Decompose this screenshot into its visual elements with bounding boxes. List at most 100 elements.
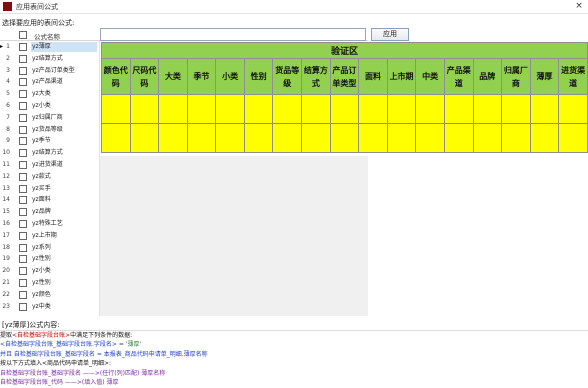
row-number: 23 [2,302,10,310]
validation-cell[interactable] [558,123,588,153]
validation-cell[interactable] [386,94,417,124]
row-checkbox[interactable] [19,255,27,264]
row-checkbox[interactable] [19,208,27,217]
validation-column-header: 大类 [158,58,188,95]
validation-cell[interactable] [301,94,331,124]
formula-row[interactable]: 23 yz中类 [0,301,100,313]
formula-row[interactable]: 11 yz进货渠道 [0,159,100,171]
validation-cell[interactable] [129,123,160,153]
formula-row[interactable]: 22 yz颜色 [0,289,100,301]
formula-row[interactable]: 8 yz货品等级 [0,124,100,136]
formula-name-column-header: 公式名称 [34,33,60,41]
validation-cell[interactable] [386,123,417,153]
formula-row[interactable]: 6 yz小类 [0,100,100,112]
row-checkbox[interactable] [19,113,27,122]
row-checkbox[interactable] [19,66,27,75]
formula-row[interactable]: 3 yz产品订单类型 [0,65,100,77]
formula-list[interactable]: ▸ 1 yz薄厚 2 yz结算方式 3 yz产品订单类型 4 yz产品渠道 5 yz大类 6 yz小类 7… [0,41,100,316]
formula-row[interactable]: 10 yz结算方式 [0,147,100,159]
row-checkbox[interactable] [19,279,27,287]
row-checkbox[interactable] [19,184,27,193]
validation-cell[interactable] [358,94,388,124]
formula-row[interactable]: 2 yz结算方式 [0,53,100,65]
close-button[interactable]: × [572,0,586,13]
validation-cell[interactable] [243,94,274,124]
row-number: 11 [2,161,10,168]
row-checkbox[interactable] [19,125,27,134]
row-checkbox[interactable] [19,43,27,51]
validation-cell[interactable] [415,123,445,153]
row-checkbox[interactable] [19,78,27,87]
row-checkbox[interactable] [19,137,27,146]
row-checkbox[interactable] [19,267,27,276]
formula-row[interactable]: 14 yz面料 [0,194,100,206]
formula-content-segment: 按以下方式填入<商品代码申请单_明细>: [0,360,112,368]
formula-row[interactable]: 19 yz性别 [0,253,100,265]
row-checkbox[interactable] [19,231,27,240]
validation-cell[interactable] [501,94,531,124]
validation-cell[interactable] [529,94,560,124]
validation-cell[interactable] [472,123,503,153]
validation-cell[interactable] [443,94,474,124]
formula-row[interactable]: 15 yz品牌 [0,206,100,218]
formula-row[interactable]: 9 yz季节 [0,135,100,147]
row-checkbox[interactable] [19,290,27,299]
formula-name: yz货品等级 [32,125,63,133]
validation-cell[interactable] [272,123,303,153]
validation-cell[interactable] [301,123,331,153]
formula-row[interactable]: 21 yz性别 [0,277,100,289]
row-number: 18 [2,243,10,251]
formula-content-line: 自检基础字段台账_代码 ——>(填入值) 薄厚 [0,378,119,387]
validation-cell[interactable] [443,123,474,153]
row-checkbox[interactable] [19,149,27,158]
validation-cell[interactable] [472,94,503,124]
row-checkbox[interactable] [19,220,27,228]
validation-cell[interactable] [329,123,360,153]
validation-cell[interactable] [529,123,560,153]
formula-content-line: <自检基础字段台账_基础字段台账.字段名> = '薄厚' [0,340,141,349]
row-checkbox[interactable] [19,243,27,252]
formula-row[interactable]: 7 yz归属厂商 [0,112,100,124]
formula-row[interactable]: 4 yz产品渠道 [0,76,100,88]
validation-cell[interactable] [415,94,445,124]
filter-input[interactable] [100,28,366,41]
validation-cell[interactable] [358,123,388,153]
formula-content-segment: 自检基础字段台账_基础字段名 ——>(任行(列)匹配) 薄厚名称 [0,369,166,377]
formula-row[interactable]: 17 yz上市期 [0,230,100,242]
formula-row[interactable]: 13 yz买手 [0,183,100,195]
validation-cell[interactable] [129,94,160,124]
row-checkbox[interactable] [19,196,27,205]
validation-cell[interactable] [158,123,188,153]
validation-cell[interactable] [215,94,245,124]
validation-cell[interactable] [101,94,131,124]
validation-cell[interactable] [501,123,531,153]
row-checkbox[interactable] [19,54,27,63]
formula-row[interactable]: 16 yz特殊工艺 [0,218,100,230]
row-number: 20 [2,267,10,275]
formula-row[interactable]: 20 yz小类 [0,265,100,277]
formula-name: yz结算方式 [32,149,63,157]
validation-cell[interactable] [215,123,245,153]
validation-cell[interactable] [186,123,217,153]
validation-cell[interactable] [186,94,217,124]
formula-row[interactable]: ▸ 1 yz薄厚 [0,41,100,53]
validation-cell[interactable] [243,123,274,153]
formula-row[interactable]: 12 yz款式 [0,171,100,183]
formula-row[interactable]: 18 yz系列 [0,242,100,254]
row-checkbox[interactable] [19,302,27,311]
title-bar: 应用表间公式 × [0,0,588,14]
formula-name: yz产品渠道 [32,78,63,86]
formula-row[interactable]: 5 yz大类 [0,88,100,100]
row-checkbox[interactable] [19,90,27,99]
validation-cell[interactable] [558,94,588,124]
validation-cell[interactable] [158,94,188,124]
validation-cell[interactable] [329,94,360,124]
select-all-checkbox[interactable] [19,31,27,39]
formula-content-segment: <自检基础字段台账> [12,332,71,339]
validation-cell[interactable] [272,94,303,124]
validation-cell[interactable] [101,123,131,153]
row-checkbox[interactable] [19,172,27,181]
row-checkbox[interactable] [19,161,27,169]
apply-button[interactable]: 应用 [371,28,409,41]
row-checkbox[interactable] [19,102,27,110]
